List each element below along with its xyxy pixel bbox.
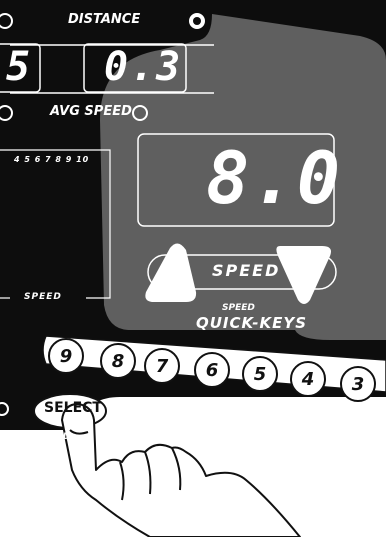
speed-pill-label: SPEED (212, 261, 281, 280)
quick-key-9[interactable]: 9 (48, 338, 84, 374)
speed-down-button[interactable] (274, 244, 334, 306)
speed-graph-label: SPEED (24, 292, 62, 302)
quick-key-3[interactable]: 3 (340, 366, 376, 402)
speed-up-button[interactable] (144, 242, 198, 304)
select-button-label: SELECT (44, 400, 102, 416)
distance-label: DISTANCE (68, 12, 141, 27)
distance-value: 0.3 (104, 44, 183, 90)
quick-key-6[interactable]: 6 (194, 352, 230, 388)
speed-scale-numbers: 4 5 6 7 8 9 10 (14, 155, 90, 164)
quick-key-8[interactable]: 8 (100, 343, 136, 379)
select-hold-label: HOLD (42, 432, 71, 442)
left-value-partial: 5 (6, 44, 31, 90)
quick-keys-small-label: SPEED (222, 303, 255, 313)
avg-speed-label: AVG SPEED (50, 104, 132, 119)
select-button[interactable]: SELECT (34, 394, 106, 428)
speed-display-value: 8.0 (206, 136, 343, 220)
quick-key-4[interactable]: 4 (290, 361, 326, 397)
quick-key-7[interactable]: 7 (144, 348, 180, 384)
quick-keys-label: QUICK-KEYS (196, 314, 308, 332)
quick-key-5[interactable]: 5 (242, 356, 278, 392)
